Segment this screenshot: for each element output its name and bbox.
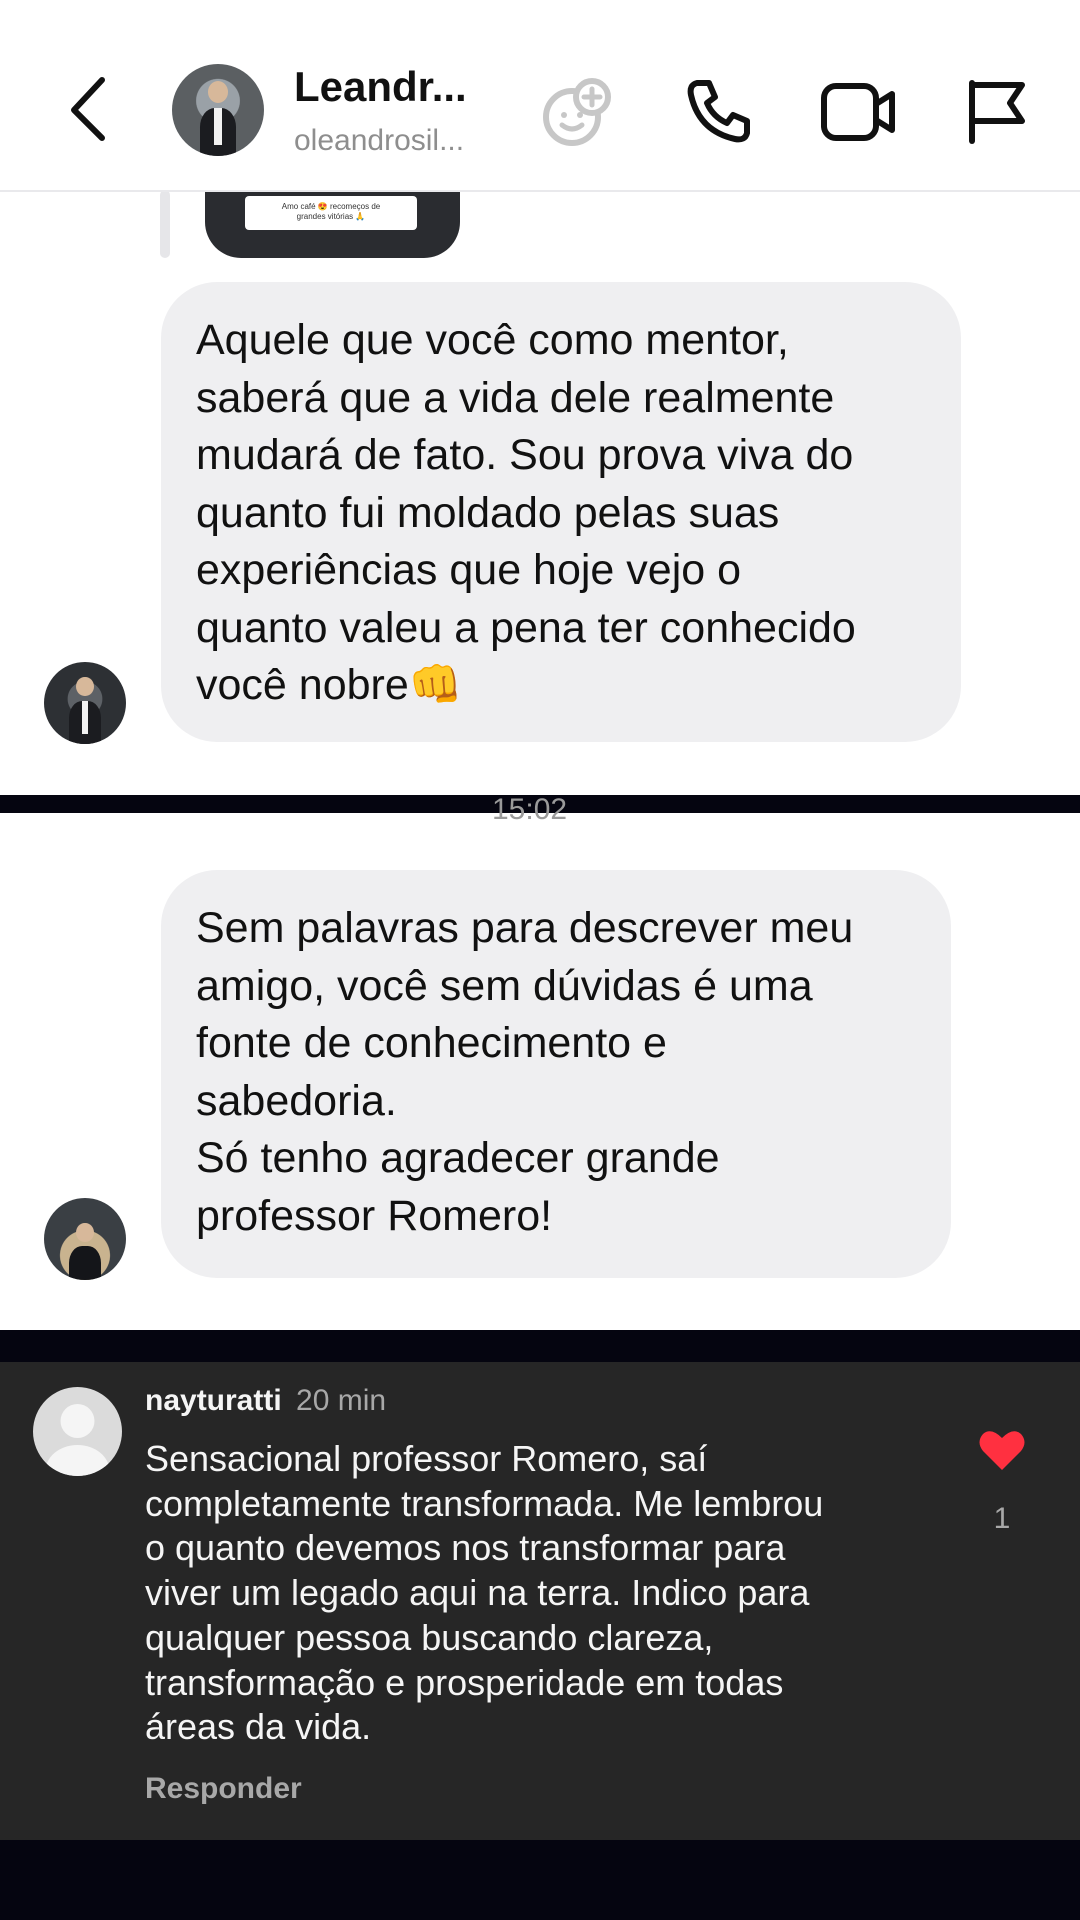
dm-thread-panel-middle: 15:02 Sem palavras para descrever meu am…	[0, 793, 1080, 1330]
shared-post-caption: Amo café 😍 recomeços de grandes vitórias…	[245, 196, 417, 230]
reply-button[interactable]: Responder	[145, 1772, 302, 1806]
video-call-button[interactable]	[818, 78, 898, 146]
message-bubble[interactable]: Aquele que você como mentor, saberá que …	[161, 282, 961, 742]
back-button[interactable]	[60, 72, 120, 142]
dm-thread-panel-top: Amo café 😍 recomeços de grandes vitórias…	[0, 0, 1080, 795]
comment-line: viver um legado aqui na terra. Indico pa…	[145, 1572, 810, 1614]
comment-meta: nayturatti 20 min	[145, 1384, 386, 1418]
message-line: professor Romero!	[196, 1191, 553, 1240]
commenter-username[interactable]: nayturatti	[145, 1384, 282, 1417]
comment-line: Sensacional professor Romero, saí	[145, 1438, 708, 1479]
message-line: Só tenho agradecer grande	[196, 1134, 720, 1182]
message-bubble[interactable]: Sem palavras para descrever meu amigo, v…	[161, 870, 951, 1278]
message-line: saberá que a vida dele realmente	[196, 373, 835, 422]
heart-icon	[979, 1431, 1025, 1470]
message-line: experiências que hoje vejo o	[196, 546, 742, 594]
like-button[interactable]	[978, 1428, 1026, 1472]
header-avatar[interactable]	[172, 64, 264, 156]
sender-avatar[interactable]	[44, 662, 126, 744]
shared-post-caption-line1: Amo café 😍 recomeços de	[281, 202, 381, 211]
comment-line: transformação e prosperidade em todas	[145, 1661, 784, 1703]
contact-username[interactable]: oleandrosil...	[294, 124, 464, 158]
comment-line: qualquer pessoa buscando clareza,	[145, 1616, 714, 1658]
report-button[interactable]	[962, 75, 1030, 147]
flag-icon	[969, 80, 1025, 144]
comment-line: completamente transformada. Me lembrou	[145, 1482, 824, 1524]
screenshot-divider	[0, 1330, 1080, 1362]
message-line: sabedoria.	[196, 1076, 397, 1125]
chevron-left-icon	[71, 77, 105, 141]
contact-name[interactable]: Leandr...	[294, 63, 467, 111]
video-icon	[821, 83, 895, 141]
bottom-bar	[0, 1840, 1080, 1920]
sticker-button[interactable]	[540, 75, 615, 150]
sender-avatar[interactable]	[44, 1198, 126, 1280]
message-line: mudará de fato. Sou prova viva do	[196, 431, 854, 479]
comment-time: 20 min	[296, 1384, 387, 1417]
commenter-avatar[interactable]	[33, 1387, 122, 1476]
message-line: quanto fui moldado pelas suas	[196, 488, 780, 537]
comment-panel: nayturatti 20 min Sensacional professor …	[0, 1362, 1080, 1840]
reply-quote-bar	[160, 190, 170, 258]
shared-post-caption-line2: grandes vitórias 🙏	[296, 212, 366, 221]
comment-line: áreas da vida.	[145, 1706, 372, 1748]
comment-line: o quanto devemos nos transformar para	[145, 1527, 786, 1569]
message-line: Sem palavras para descrever meu	[196, 904, 854, 952]
audio-call-button[interactable]	[683, 75, 755, 147]
phone-icon	[687, 80, 750, 143]
chat-header: Leandr... oleandrosil...	[0, 0, 1080, 192]
message-line: amigo, você sem dúvidas é uma	[196, 961, 813, 1010]
message-line: fonte de conhecimento e	[196, 1019, 667, 1067]
message-line: Aquele que você como mentor,	[196, 316, 789, 364]
sticker-add-icon	[543, 78, 611, 146]
default-avatar-icon	[45, 1404, 110, 1476]
like-count: 1	[993, 1502, 1011, 1535]
message-line: quanto valeu a pena ter conhecido	[196, 603, 856, 652]
message-line: você nobre👊	[196, 661, 463, 709]
comment-text: Sensacional professor Romero, saí comple…	[145, 1437, 925, 1750]
message-timestamp: 15:02	[492, 793, 568, 826]
